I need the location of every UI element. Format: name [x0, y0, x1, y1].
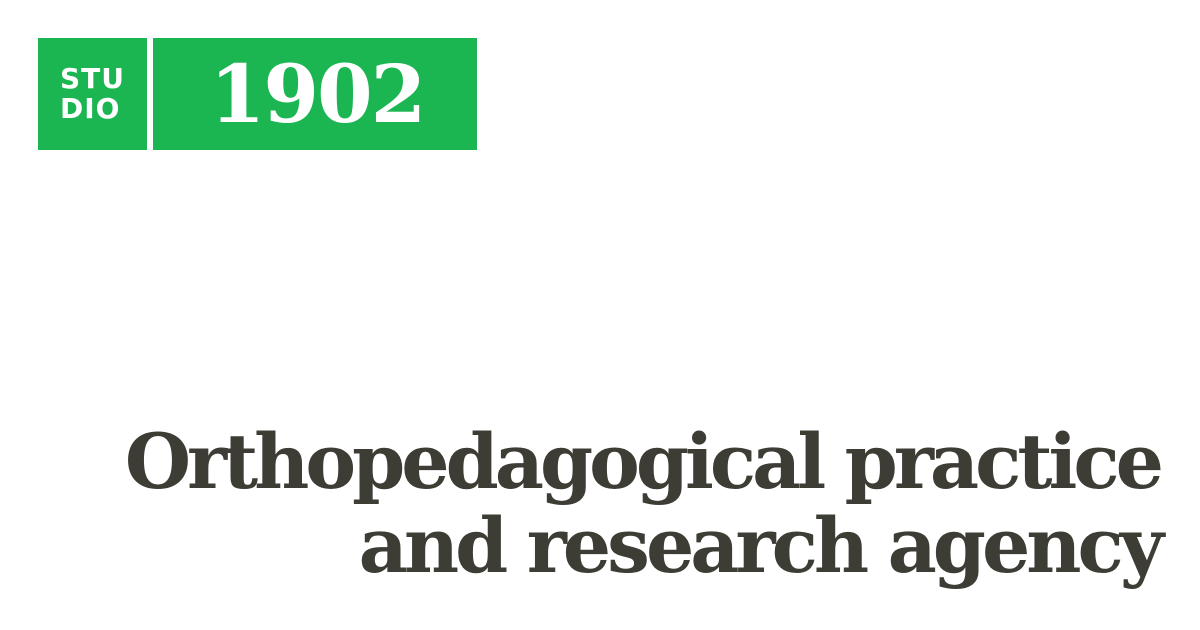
studio-1902-logo: STU DIO 1902: [38, 38, 477, 150]
logo-studio-line1: STU: [60, 62, 126, 95]
logo-number-block: 1902: [153, 38, 477, 150]
headline-line2: and research agency: [358, 501, 1164, 590]
logo-number: 1902: [209, 47, 427, 141]
logo-studio-line2: DIO: [60, 92, 121, 125]
headline: Orthopedagogical practice and research a…: [60, 417, 1164, 590]
logo-studio-block: STU DIO: [38, 38, 147, 150]
social-card: STU DIO 1902 Orthopedagogical practice a…: [0, 0, 1200, 630]
headline-line1: Orthopedagogical practice: [124, 417, 1164, 506]
